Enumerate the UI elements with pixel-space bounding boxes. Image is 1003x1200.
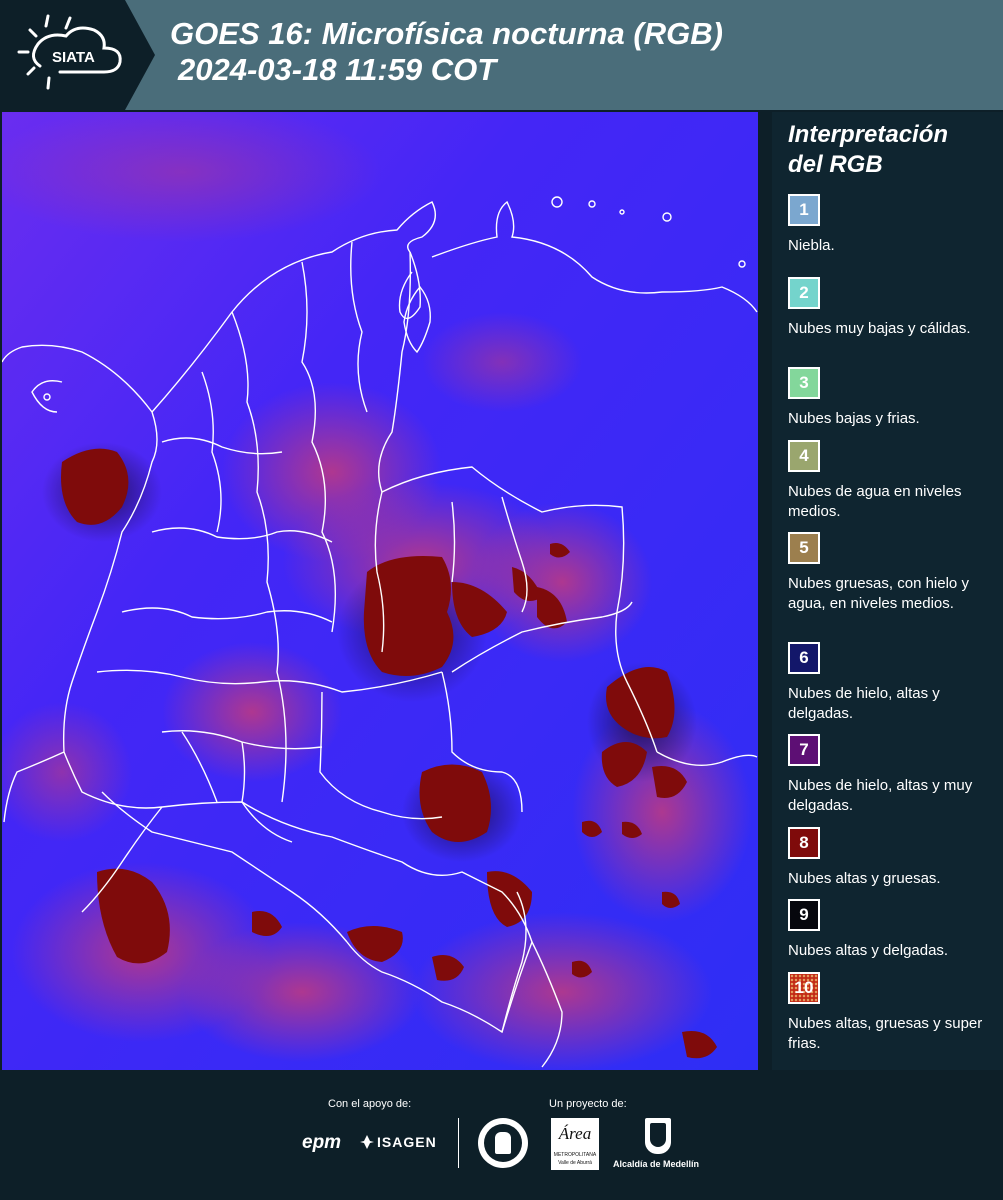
legend-label: Nubes de hielo, altas y muy delgadas. xyxy=(788,777,973,814)
page-title: GOES 16: Microfísica nocturna (RGB) 2024… xyxy=(170,16,723,88)
medellin-shield-icon[interactable] xyxy=(645,1118,671,1154)
legend-swatch: 6 xyxy=(788,642,820,674)
legend-label: Nubes gruesas, con hielo y agua, en nive… xyxy=(788,575,969,612)
legend-swatch: 7 xyxy=(788,734,820,766)
legend-swatch: 3 xyxy=(788,367,820,399)
isagen-label: ISAGEN xyxy=(377,1134,437,1150)
legend-item-1: 1 Niebla. xyxy=(788,194,998,256)
legend-swatch: 5 xyxy=(788,532,820,564)
legend-label: Nubes altas, gruesas y super frias. xyxy=(788,1015,983,1052)
area-logo-title: Área xyxy=(558,1124,592,1143)
legend-swatch: 8 xyxy=(788,827,820,859)
legend-label: Nubes altas y gruesas. xyxy=(788,870,941,887)
title-line-2: 2024-03-18 11:59 COT xyxy=(178,52,497,87)
legend-label: Nubes altas y delgadas. xyxy=(788,942,949,959)
title-line-1: GOES 16: Microfísica nocturna (RGB) xyxy=(170,16,723,51)
shield-inner xyxy=(650,1123,666,1147)
area-logo-sub2: Valle de Aburrá xyxy=(558,1160,592,1166)
alcaldia-label: Alcaldía de Medellín xyxy=(613,1159,700,1169)
legend-item-5: 5 Nubes gruesas, con hielo y agua, en ni… xyxy=(788,532,998,614)
legend-label: Nubes muy bajas y cálidas. xyxy=(788,320,971,337)
legend-swatch: 2 xyxy=(788,277,820,309)
legend-label: Niebla. xyxy=(788,237,835,254)
legend-swatch: 10 xyxy=(788,972,820,1004)
isagen-icon xyxy=(360,1135,374,1149)
hand-icon xyxy=(495,1132,511,1154)
seal-logo[interactable] xyxy=(478,1118,528,1168)
legend-item-9: 9 Nubes altas y delgadas. xyxy=(788,899,998,961)
legend-title: Interpretación del RGB xyxy=(788,121,949,178)
legend-label: Nubes de hielo, altas y delgadas. xyxy=(788,685,940,722)
support-label: Con el apoyo de: xyxy=(328,1098,412,1110)
legend-item-4: 4 Nubes de agua en niveles medios. xyxy=(788,440,998,522)
svg-text:SIATA: SIATA xyxy=(52,49,95,66)
satellite-map[interactable] xyxy=(0,102,758,1072)
project-label: Un proyecto de: xyxy=(549,1098,627,1110)
legend-swatch: 1 xyxy=(788,194,820,226)
footer-divider xyxy=(458,1118,459,1168)
area-logo-sub: METROPOLITANA xyxy=(553,1152,597,1158)
area-metropolitana-logo[interactable]: Área METROPOLITANA Valle de Aburrá xyxy=(551,1118,599,1170)
legend-label: Nubes bajas y frias. xyxy=(788,410,920,427)
legend-swatch: 4 xyxy=(788,440,820,472)
legend-swatch: 9 xyxy=(788,899,820,931)
footer: Con el apoyo de: Un proyecto de: epm ISA… xyxy=(0,1070,1003,1200)
legend-item-8: 8 Nubes altas y gruesas. xyxy=(788,827,998,889)
legend-label: Nubes de agua en niveles medios. xyxy=(788,483,962,520)
legend-item-6: 6 Nubes de hielo, altas y delgadas. xyxy=(788,642,998,724)
legend-item-3: 3 Nubes bajas y frias. xyxy=(788,367,998,429)
legend-item-2: 2 Nubes muy bajas y cálidas. xyxy=(788,277,998,339)
siata-logo[interactable]: SIATA xyxy=(0,0,155,110)
epm-logo[interactable]: epm xyxy=(302,1132,341,1154)
rgb-legend: Interpretación del RGB 1 Niebla. 2 Nubes… xyxy=(772,112,1003,1070)
legend-item-7: 7 Nubes de hielo, altas y muy delgadas. xyxy=(788,734,998,816)
legend-item-10: 10 Nubes altas, gruesas y super frias. xyxy=(788,972,998,1054)
header: SIATA GOES 16: Microfísica nocturna (RGB… xyxy=(0,0,1003,110)
